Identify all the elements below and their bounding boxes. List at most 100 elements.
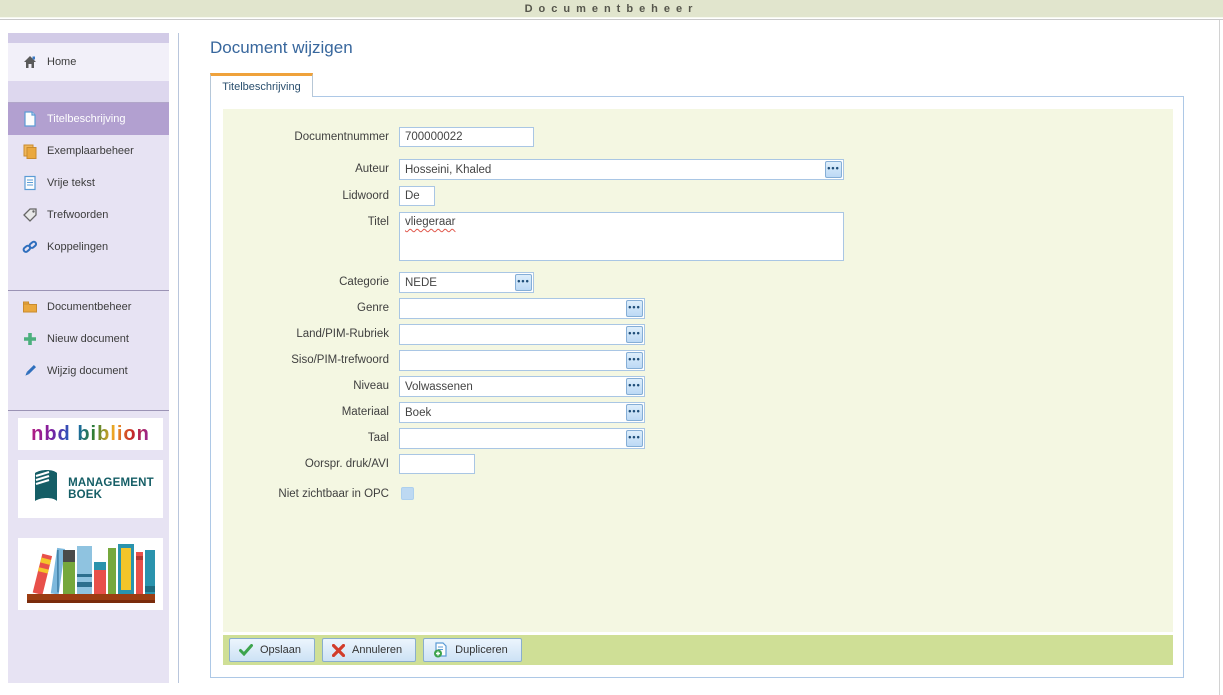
form-row-auteur: Auteur ••• xyxy=(223,159,1173,180)
auteur-field: ••• xyxy=(399,159,844,180)
nbd-biblion-logo-text: nbd biblion xyxy=(31,422,150,445)
sidebar-item-label: Trefwoorden xyxy=(47,209,109,221)
annuleren-button[interactable]: Annuleren xyxy=(321,638,417,662)
oorspr-druk-avi-label: Oorspr. druk/AVI xyxy=(304,458,389,470)
opslaan-button[interactable]: Opslaan xyxy=(229,638,315,662)
oorspr-druk-avi-input[interactable] xyxy=(399,454,475,474)
lidwoord-label: Lidwoord xyxy=(342,190,389,202)
sidebar-item-koppelingen[interactable]: Koppelingen xyxy=(8,231,169,263)
documentnummer-label: Documentnummer xyxy=(294,131,389,143)
land-pim-rubriek-lookup-button[interactable]: ••• xyxy=(626,326,643,343)
siso-pim-trefwoord-field: ••• xyxy=(399,350,645,371)
sidebar-item-wijzig-document[interactable]: Wijzig document xyxy=(8,355,169,387)
page-icon xyxy=(22,111,38,127)
sidebar-item-documentbeheer[interactable]: Documentbeheer xyxy=(8,291,169,323)
genre-field: ••• xyxy=(399,298,645,319)
text-page-icon xyxy=(22,175,38,191)
sidebar-item-home[interactable]: Home xyxy=(8,43,169,81)
siso-pim-trefwoord-input[interactable] xyxy=(400,351,624,370)
form-row-land-pim-rubriek: Land/PIM-Rubriek ••• xyxy=(223,324,1173,345)
book-logo-icon xyxy=(27,467,61,512)
sidebar-item-label: Titelbeschrijving xyxy=(47,113,126,125)
form-row-taal: Taal ••• xyxy=(223,428,1173,449)
app-title: Documentbeheer xyxy=(524,2,699,15)
tab-label: Titelbeschrijving xyxy=(222,80,301,93)
sidebar-top-strip xyxy=(8,33,169,43)
plus-icon xyxy=(22,331,38,347)
sidebar-separator-line xyxy=(178,33,179,683)
form-button-bar: Opslaan Annuleren Dupliceren xyxy=(223,635,1173,665)
form-row-genre: Genre ••• xyxy=(223,298,1173,319)
niet-zichtbaar-in-opc-label: Niet zichtbaar in OPC xyxy=(278,488,389,500)
niveau-lookup-button[interactable]: ••• xyxy=(626,378,643,395)
auteur-input[interactable] xyxy=(400,160,823,179)
sidebar-item-trefwoorden[interactable]: Trefwoorden xyxy=(8,199,169,231)
dupliceren-button[interactable]: Dupliceren xyxy=(423,638,522,662)
opslaan-button-label: Opslaan xyxy=(260,644,301,656)
materiaal-lookup-button[interactable]: ••• xyxy=(626,404,643,421)
banner-divider xyxy=(0,19,1223,20)
sidebar-item-label: Exemplaarbeheer xyxy=(47,145,134,157)
ellipsis-icon: ••• xyxy=(628,301,641,312)
sidebar: Home Titelbeschrijving Exemplaarbeheer V… xyxy=(8,33,169,683)
sidebar-item-label: Documentbeheer xyxy=(47,301,132,313)
lidwoord-input[interactable] xyxy=(399,186,435,206)
form-row-materiaal: Materiaal ••• xyxy=(223,402,1173,423)
folder-icon xyxy=(22,299,38,315)
duplicate-doc-icon xyxy=(434,642,447,658)
taal-input[interactable] xyxy=(400,429,624,448)
pencil-icon xyxy=(22,363,38,379)
categorie-label: Categorie xyxy=(339,276,389,288)
land-pim-rubriek-field: ••• xyxy=(399,324,645,345)
taal-label: Taal xyxy=(367,432,389,444)
dupliceren-button-label: Dupliceren xyxy=(455,644,508,656)
taal-lookup-button[interactable]: ••• xyxy=(626,430,643,447)
annuleren-button-label: Annuleren xyxy=(351,644,403,656)
sidebar-item-label: Koppelingen xyxy=(47,241,109,253)
niveau-label: Niveau xyxy=(353,380,389,392)
ellipsis-icon: ••• xyxy=(628,431,641,442)
materiaal-input[interactable] xyxy=(400,403,624,422)
sidebar-item-nieuw-document[interactable]: Nieuw document xyxy=(8,323,169,355)
tab-titelbeschrijving[interactable]: Titelbeschrijving xyxy=(210,73,313,97)
categorie-lookup-button[interactable]: ••• xyxy=(515,274,532,291)
sidebar-item-exemplaarbeheer[interactable]: Exemplaarbeheer xyxy=(8,135,169,167)
siso-pim-trefwoord-lookup-button[interactable]: ••• xyxy=(626,352,643,369)
form-row-niveau: Niveau ••• xyxy=(223,376,1173,397)
bookshelf-image xyxy=(26,544,155,603)
materiaal-label: Materiaal xyxy=(341,406,389,418)
home-icon xyxy=(22,54,38,70)
tab-content-panel: Documentnummer Auteur ••• Lidwoord Titel… xyxy=(210,96,1184,678)
sidebar-strip xyxy=(8,81,169,103)
bookshelf-illustration xyxy=(18,538,163,610)
ellipsis-icon: ••• xyxy=(628,379,641,390)
auteur-lookup-button[interactable]: ••• xyxy=(825,161,842,178)
niet-zichtbaar-in-opc-checkbox[interactable] xyxy=(401,487,414,500)
categorie-input[interactable] xyxy=(400,273,513,292)
cross-icon xyxy=(331,643,345,657)
genre-lookup-button[interactable]: ••• xyxy=(626,300,643,317)
genre-input[interactable] xyxy=(400,299,624,318)
form-row-titel: Titel vliegeraar xyxy=(223,212,1173,261)
form-row-niet-zichtbaar-in-opc: Niet zichtbaar in OPC xyxy=(223,484,1173,504)
niveau-input[interactable] xyxy=(400,377,624,396)
form-row-siso-pim-trefwoord: Siso/PIM-trefwoord ••• xyxy=(223,350,1173,371)
managementboek-logo-text: MANAGEMENT BOEK xyxy=(68,477,154,501)
ellipsis-icon: ••• xyxy=(827,162,840,173)
copy-pages-icon xyxy=(22,143,38,159)
titel-textarea[interactable]: vliegeraar xyxy=(399,212,844,261)
titel-label: Titel xyxy=(367,216,389,228)
sidebar-item-label: Wijzig document xyxy=(47,365,128,377)
page-title: Document wijzigen xyxy=(210,38,353,57)
tag-icon xyxy=(22,207,38,223)
sidebar-item-label: Nieuw document xyxy=(47,333,129,345)
land-pim-rubriek-input[interactable] xyxy=(400,325,624,344)
documentnummer-input[interactable] xyxy=(399,127,534,147)
sidebar-item-vrije-tekst[interactable]: Vrije tekst xyxy=(8,167,169,199)
managementboek-logo: MANAGEMENT BOEK xyxy=(18,460,163,518)
ellipsis-icon: ••• xyxy=(517,275,530,286)
form-row-oorspr-druk-avi: Oorspr. druk/AVI xyxy=(223,454,1173,474)
app-title-bar: Documentbeheer xyxy=(0,0,1223,18)
sidebar-item-titelbeschrijving[interactable]: Titelbeschrijving xyxy=(8,103,169,135)
